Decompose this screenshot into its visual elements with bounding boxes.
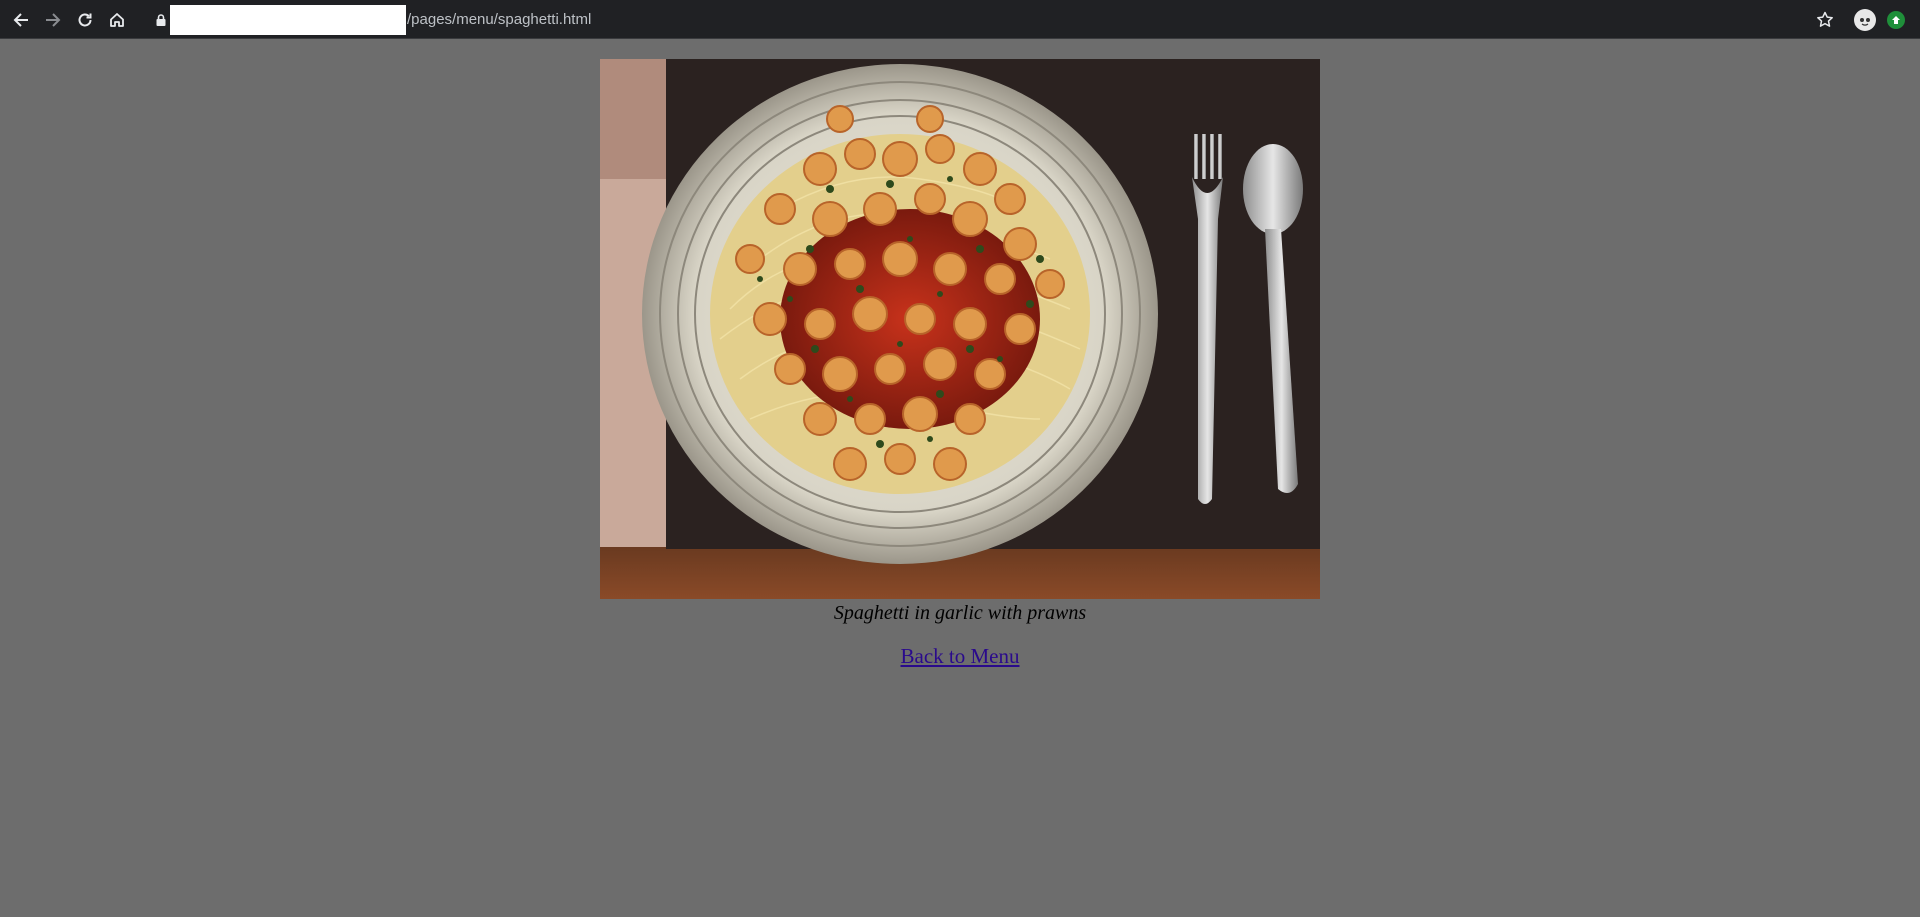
back-to-menu-link[interactable]: Back to Menu <box>901 644 1020 668</box>
extension-icon[interactable] <box>1887 11 1905 29</box>
url-path: /pages/menu/spaghetti.html <box>407 11 592 28</box>
home-icon <box>110 13 124 27</box>
dish-photo <box>600 59 1320 599</box>
browser-toolbar: /pages/menu/spaghetti.html <box>0 0 1920 39</box>
lock-icon <box>156 14 166 26</box>
forward-button[interactable] <box>41 8 65 32</box>
reload-button[interactable] <box>73 8 97 32</box>
forward-icon <box>46 13 61 27</box>
reload-icon <box>78 13 92 27</box>
dish-caption: Spaghetti in garlic with prawns <box>833 602 1087 624</box>
url-host-redacted <box>170 5 406 35</box>
page-viewport: Spaghetti in garlic with prawns Back to … <box>0 39 1920 917</box>
back-link-container: Back to Menu <box>0 644 1920 669</box>
back-icon <box>13 13 28 27</box>
profile-avatar-icon[interactable] <box>1854 9 1876 31</box>
back-button[interactable] <box>9 8 33 32</box>
address-bar[interactable]: /pages/menu/spaghetti.html <box>140 5 1820 35</box>
star-icon[interactable] <box>1813 8 1837 32</box>
home-button[interactable] <box>105 8 129 32</box>
